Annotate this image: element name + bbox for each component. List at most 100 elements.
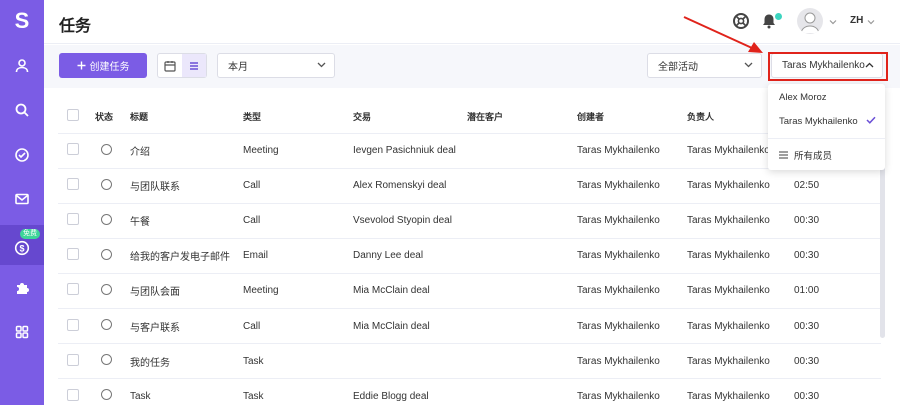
sidebar-item-search[interactable] bbox=[0, 92, 44, 128]
list-icon bbox=[190, 61, 198, 70]
list-view-button[interactable] bbox=[182, 54, 206, 77]
complete-radio[interactable] bbox=[101, 143, 112, 155]
owner-dropdown-menu: Alex Moroz Taras Mykhailenko 所有成员 bbox=[768, 84, 885, 170]
task-owner: Taras Mykhailenko bbox=[687, 273, 794, 309]
table-row[interactable]: 与客户联系 Call Mia McClain deal Taras Mykhai… bbox=[58, 308, 881, 345]
sidebar-item-tasks[interactable] bbox=[0, 137, 44, 173]
task-deal[interactable]: Eddie Blogg deal bbox=[353, 378, 467, 405]
checkmark-icon bbox=[866, 116, 876, 124]
task-deal[interactable]: Ievgen Pasichniuk deal bbox=[353, 133, 467, 169]
user-menu-chevron-down-icon[interactable] bbox=[867, 19, 875, 25]
task-deal[interactable] bbox=[353, 343, 467, 380]
task-title[interactable]: 与团队会面 bbox=[130, 273, 243, 309]
row-checkbox[interactable] bbox=[67, 248, 79, 261]
row-checkbox[interactable] bbox=[67, 143, 79, 156]
task-deal[interactable]: Mia McClain deal bbox=[353, 273, 467, 309]
task-time: 00:30 bbox=[794, 343, 881, 380]
avatar-chevron-down-icon[interactable] bbox=[829, 19, 837, 25]
column-header-status[interactable]: 状态 bbox=[95, 100, 130, 134]
sidebar: S 免费 $ bbox=[0, 0, 44, 405]
table-row[interactable]: 午餐 Call Vsevolod Styopin deal Taras Mykh… bbox=[58, 203, 881, 239]
complete-radio[interactable] bbox=[101, 178, 112, 190]
row-checkbox[interactable] bbox=[67, 388, 79, 401]
task-lead bbox=[467, 273, 577, 309]
column-header-type[interactable]: 类型 bbox=[243, 100, 353, 134]
task-creator: Taras Mykhailenko bbox=[577, 133, 687, 169]
dropdown-option-alex-moroz[interactable]: Alex Moroz bbox=[779, 92, 827, 103]
select-all-checkbox[interactable] bbox=[67, 109, 79, 122]
task-title[interactable]: 与客户联系 bbox=[130, 308, 243, 345]
task-deal[interactable]: Vsevolod Styopin deal bbox=[353, 203, 467, 239]
complete-radio[interactable] bbox=[101, 389, 112, 401]
column-header-title[interactable]: 标题 bbox=[130, 100, 243, 134]
task-title[interactable]: 我的任务 bbox=[130, 343, 243, 380]
complete-radio[interactable] bbox=[101, 213, 112, 225]
task-owner: Taras Mykhailenko bbox=[687, 203, 794, 239]
task-type: Call bbox=[243, 308, 353, 345]
complete-radio[interactable] bbox=[101, 248, 112, 260]
task-title[interactable]: 介绍 bbox=[130, 133, 243, 169]
activity-select[interactable]: 全部活动 bbox=[647, 53, 762, 78]
task-creator: Taras Mykhailenko bbox=[577, 203, 687, 239]
task-lead bbox=[467, 168, 577, 204]
help-lifebuoy-icon[interactable] bbox=[732, 12, 750, 30]
task-title[interactable]: Task bbox=[130, 378, 243, 405]
task-title[interactable]: 给我的客户发电子邮件 bbox=[130, 238, 243, 274]
column-header-creator[interactable]: 创建者 bbox=[577, 100, 687, 134]
grid-icon bbox=[15, 325, 29, 339]
complete-radio[interactable] bbox=[101, 319, 112, 331]
create-task-button[interactable]: 创建任务 bbox=[59, 53, 147, 78]
task-lead bbox=[467, 378, 577, 405]
dropdown-divider bbox=[768, 138, 885, 139]
column-header-deal[interactable]: 交易 bbox=[353, 100, 467, 134]
task-type: Meeting bbox=[243, 273, 353, 309]
table-row[interactable]: 与团队会面 Meeting Mia McClain deal Taras Myk… bbox=[58, 273, 881, 309]
task-deal[interactable]: Alex Romenskyi deal bbox=[353, 168, 467, 204]
task-lead bbox=[467, 308, 577, 345]
task-type: Email bbox=[243, 238, 353, 274]
row-checkbox[interactable] bbox=[67, 213, 79, 226]
task-creator: Taras Mykhailenko bbox=[577, 273, 687, 309]
dropdown-option-taras-mykhailenko[interactable]: Taras Mykhailenko bbox=[779, 116, 858, 127]
sidebar-item-contacts[interactable] bbox=[0, 48, 44, 84]
sidebar-item-integrations[interactable] bbox=[0, 270, 44, 306]
all-members-label: 所有成员 bbox=[794, 151, 833, 162]
task-title[interactable]: 午餐 bbox=[130, 203, 243, 239]
period-select[interactable]: 本月 bbox=[217, 53, 335, 78]
dollar-icon: $ bbox=[14, 240, 30, 256]
sidebar-item-deals[interactable]: 免费 $ bbox=[0, 225, 44, 265]
task-deal[interactable]: Danny Lee deal bbox=[353, 238, 467, 274]
task-creator: Taras Mykhailenko bbox=[577, 308, 687, 345]
table-row[interactable]: 介绍 Meeting Ievgen Pasichniuk deal Taras … bbox=[58, 133, 881, 169]
create-task-label: 创建任务 bbox=[89, 62, 130, 73]
task-lead bbox=[467, 203, 577, 239]
row-checkbox[interactable] bbox=[67, 178, 79, 191]
column-header-lead[interactable]: 潜在客户 bbox=[467, 100, 577, 134]
row-checkbox[interactable] bbox=[67, 318, 79, 331]
table-row[interactable]: 给我的客户发电子邮件 Email Danny Lee deal Taras My… bbox=[58, 238, 881, 274]
calendar-view-button[interactable] bbox=[158, 54, 182, 77]
table-row[interactable]: Task Task Eddie Blogg deal Taras Mykhail… bbox=[58, 378, 881, 405]
page-title: 任务 bbox=[59, 18, 92, 35]
sidebar-item-apps[interactable] bbox=[0, 314, 44, 350]
task-deal[interactable]: Mia McClain deal bbox=[353, 308, 467, 345]
search-icon bbox=[15, 103, 29, 117]
user-avatar-icon bbox=[800, 12, 820, 34]
avatar[interactable] bbox=[797, 8, 823, 34]
table-row[interactable]: 与团队联系 Call Alex Romenskyi deal Taras Myk… bbox=[58, 168, 881, 204]
user-initials[interactable]: ZH bbox=[850, 15, 863, 26]
owner-select-highlight bbox=[768, 52, 888, 81]
task-title[interactable]: 与团队联系 bbox=[130, 168, 243, 204]
sidebar-item-mail[interactable] bbox=[0, 181, 44, 217]
row-checkbox[interactable] bbox=[67, 353, 79, 366]
task-lead bbox=[467, 343, 577, 380]
dropdown-option-all-members[interactable]: 所有成员 bbox=[779, 148, 832, 162]
select-all-cell bbox=[58, 100, 95, 134]
table-row[interactable]: 我的任务 Task Taras Mykhailenko Taras Mykhai… bbox=[58, 343, 881, 380]
row-checkbox[interactable] bbox=[67, 283, 79, 296]
list-lines-icon bbox=[779, 151, 788, 159]
complete-radio[interactable] bbox=[101, 354, 112, 366]
complete-radio[interactable] bbox=[101, 283, 112, 295]
plus-icon bbox=[77, 61, 85, 70]
app-logo[interactable]: S bbox=[0, 6, 44, 36]
